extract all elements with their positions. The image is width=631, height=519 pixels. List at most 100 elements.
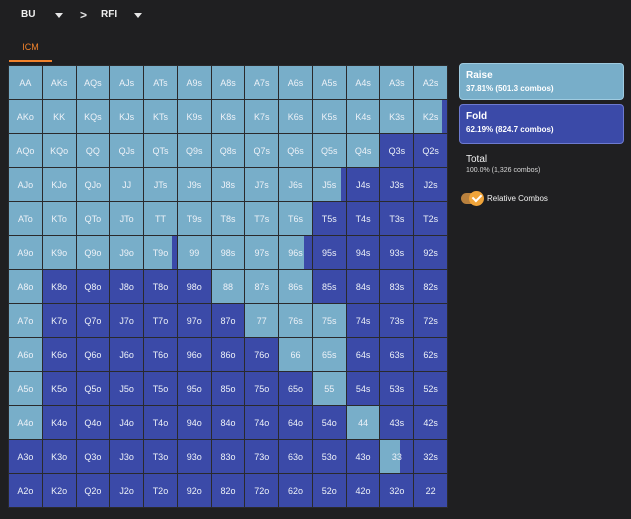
hand-cell[interactable]: 73o bbox=[245, 440, 279, 473]
hand-cell[interactable]: 93o bbox=[177, 440, 211, 473]
hand-cell[interactable]: J5s bbox=[312, 168, 346, 201]
hand-cell[interactable]: 65o bbox=[279, 372, 312, 405]
hand-cell[interactable]: K6o bbox=[42, 338, 76, 371]
hand-cell[interactable]: Q9s bbox=[177, 134, 211, 167]
hand-cell[interactable]: 65s bbox=[312, 338, 346, 371]
hand-cell[interactable]: T8s bbox=[211, 202, 245, 235]
hand-cell[interactable]: K7o bbox=[42, 304, 76, 337]
hand-cell[interactable]: 52s bbox=[414, 372, 447, 405]
hand-cell[interactable]: 63o bbox=[279, 440, 312, 473]
hand-cell[interactable]: QQ bbox=[76, 134, 110, 167]
hand-cell[interactable]: 43o bbox=[346, 440, 380, 473]
hand-cell[interactable]: Q8s bbox=[211, 134, 245, 167]
hand-cell[interactable]: 53o bbox=[312, 440, 346, 473]
hand-cell[interactable]: 33 bbox=[380, 440, 414, 473]
hand-cell[interactable]: A3o bbox=[9, 440, 42, 473]
hand-cell[interactable]: 74s bbox=[346, 304, 380, 337]
hand-cell[interactable]: Q6o bbox=[76, 338, 110, 371]
hand-cell[interactable]: 72o bbox=[245, 474, 279, 507]
hand-cell[interactable]: AQo bbox=[9, 134, 42, 167]
hand-cell[interactable]: 98o bbox=[177, 270, 211, 303]
hand-cell[interactable]: 87o bbox=[211, 304, 245, 337]
hand-cell[interactable]: 86o bbox=[211, 338, 245, 371]
hand-cell[interactable]: Q5o bbox=[76, 372, 110, 405]
hand-cell[interactable]: K3s bbox=[380, 100, 414, 133]
hand-cell[interactable]: JTs bbox=[144, 168, 177, 201]
hand-cell[interactable]: A2s bbox=[414, 66, 447, 99]
hand-cell[interactable]: A8s bbox=[211, 66, 245, 99]
hand-cell[interactable]: T7o bbox=[144, 304, 177, 337]
hand-cell[interactable]: K5s bbox=[312, 100, 346, 133]
hand-cell[interactable]: 55 bbox=[312, 372, 346, 405]
hand-cell[interactable]: T8o bbox=[144, 270, 177, 303]
hand-cell[interactable]: A9o bbox=[9, 236, 42, 269]
hand-cell[interactable]: KQs bbox=[76, 100, 110, 133]
hand-cell[interactable]: 42o bbox=[346, 474, 380, 507]
hand-cell[interactable]: 85o bbox=[211, 372, 245, 405]
hand-cell[interactable]: 83o bbox=[211, 440, 245, 473]
hand-cell[interactable]: Q3s bbox=[380, 134, 414, 167]
hand-cell[interactable]: 43s bbox=[380, 406, 414, 439]
hand-cell[interactable]: JTo bbox=[110, 202, 144, 235]
hand-cell[interactable]: 76o bbox=[245, 338, 279, 371]
hand-cell[interactable]: QTs bbox=[144, 134, 177, 167]
hand-cell[interactable]: 96s bbox=[279, 236, 312, 269]
hand-cell[interactable]: 52o bbox=[312, 474, 346, 507]
hand-cell[interactable]: T3s bbox=[380, 202, 414, 235]
hand-cell[interactable]: K8o bbox=[42, 270, 76, 303]
hand-cell[interactable]: KQo bbox=[42, 134, 76, 167]
hand-cell[interactable]: 94o bbox=[177, 406, 211, 439]
hand-cell[interactable]: T9o bbox=[144, 236, 177, 269]
hand-cell[interactable]: Q7s bbox=[245, 134, 279, 167]
hand-cell[interactable]: KTs bbox=[144, 100, 177, 133]
hand-cell[interactable]: A5s bbox=[312, 66, 346, 99]
hand-cell[interactable]: J9o bbox=[110, 236, 144, 269]
hand-cell[interactable]: 98s bbox=[211, 236, 245, 269]
hand-cell[interactable]: 94s bbox=[346, 236, 380, 269]
hand-cell[interactable]: 95o bbox=[177, 372, 211, 405]
hand-cell[interactable]: K9s bbox=[177, 100, 211, 133]
hand-cell[interactable]: T5s bbox=[312, 202, 346, 235]
hand-cell[interactable]: 83s bbox=[380, 270, 414, 303]
hand-cell[interactable]: 42s bbox=[414, 406, 447, 439]
hand-cell[interactable]: ATs bbox=[144, 66, 177, 99]
hand-cell[interactable]: 75s bbox=[312, 304, 346, 337]
hand-cell[interactable]: J4o bbox=[110, 406, 144, 439]
hand-cell[interactable]: A9s bbox=[177, 66, 211, 99]
hand-cell[interactable]: J3o bbox=[110, 440, 144, 473]
hand-cell[interactable]: A7s bbox=[245, 66, 279, 99]
hand-cell[interactable]: 96o bbox=[177, 338, 211, 371]
hand-cell[interactable]: 63s bbox=[380, 338, 414, 371]
hand-cell[interactable]: J2o bbox=[110, 474, 144, 507]
hand-cell[interactable]: J9s bbox=[177, 168, 211, 201]
hand-cell[interactable]: 32s bbox=[414, 440, 447, 473]
chevron-down-icon[interactable] bbox=[55, 13, 63, 18]
hand-cell[interactable]: A6o bbox=[9, 338, 42, 371]
hand-cell[interactable]: K9o bbox=[42, 236, 76, 269]
hand-cell[interactable]: K5o bbox=[42, 372, 76, 405]
hand-cell[interactable]: K4s bbox=[346, 100, 380, 133]
fold-summary-card[interactable]: Fold 62.19% (824.7 combos) bbox=[459, 104, 624, 144]
hand-cell[interactable]: T7s bbox=[245, 202, 279, 235]
hand-cell[interactable]: J3s bbox=[380, 168, 414, 201]
hand-cell[interactable]: J5o bbox=[110, 372, 144, 405]
hand-cell[interactable]: T6o bbox=[144, 338, 177, 371]
hand-cell[interactable]: TT bbox=[144, 202, 177, 235]
hand-cell[interactable]: 62o bbox=[279, 474, 312, 507]
hand-cell[interactable]: Q8o bbox=[76, 270, 110, 303]
hand-cell[interactable]: Q6s bbox=[279, 134, 312, 167]
hand-cell[interactable]: 97s bbox=[245, 236, 279, 269]
hand-cell[interactable]: 97o bbox=[177, 304, 211, 337]
hand-cell[interactable]: 64s bbox=[346, 338, 380, 371]
hand-cell[interactable]: T2o bbox=[144, 474, 177, 507]
hand-cell[interactable]: 44 bbox=[346, 406, 380, 439]
hand-cell[interactable]: AKo bbox=[9, 100, 42, 133]
hand-cell[interactable]: J6s bbox=[279, 168, 312, 201]
hand-cell[interactable]: 62s bbox=[414, 338, 447, 371]
hand-cell[interactable]: AQs bbox=[76, 66, 110, 99]
hand-cell[interactable]: QJs bbox=[110, 134, 144, 167]
hand-cell[interactable]: T2s bbox=[414, 202, 447, 235]
hand-cell[interactable]: J6o bbox=[110, 338, 144, 371]
hand-cell[interactable]: Q4s bbox=[346, 134, 380, 167]
hand-cell[interactable]: 54o bbox=[312, 406, 346, 439]
